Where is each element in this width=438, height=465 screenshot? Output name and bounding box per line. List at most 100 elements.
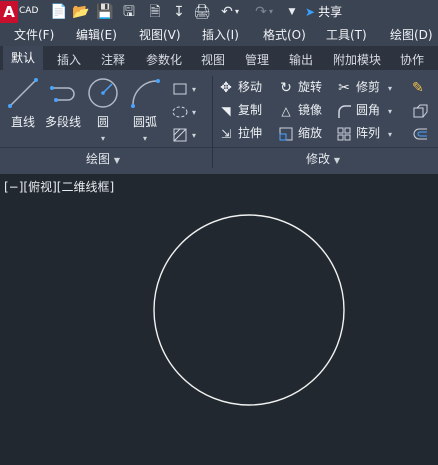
mirror-icon: △	[281, 103, 291, 118]
mirror-tool-button[interactable]: △ 镜像	[278, 100, 322, 120]
app-logo-letter: A	[0, 1, 18, 23]
ellipse-icon	[172, 106, 188, 117]
mirror-tool-label: 镜像	[298, 103, 323, 117]
customize-dropdown-icon[interactable]: ▼	[286, 3, 298, 21]
share-plane-icon: ➤	[305, 5, 316, 19]
fillet-tool-label: 圆角	[356, 103, 381, 117]
print-icon[interactable]: 🖨	[193, 3, 211, 21]
stretch-tool-button[interactable]: ⇲ 拉伸	[218, 123, 262, 143]
menu-view[interactable]: 视图(V)	[139, 27, 181, 43]
draw-panel-title[interactable]: 绘图 ▼	[86, 150, 120, 167]
import-icon[interactable]: ↧	[170, 3, 188, 21]
trim-dropdown-icon[interactable]: ▾	[388, 84, 392, 93]
line-tool-label: 直线	[10, 115, 35, 129]
copy-tool-button[interactable]: ◥ 复制	[218, 100, 262, 120]
redo-dropdown-icon[interactable]: ▾	[266, 3, 276, 21]
hatch-tool-button[interactable]: ▾	[172, 124, 196, 144]
fillet-dropdown-icon[interactable]: ▾	[388, 107, 392, 116]
array-dropdown-icon[interactable]: ▾	[388, 130, 392, 139]
menu-format[interactable]: 格式(O)	[263, 27, 306, 43]
tab-view[interactable]: 视图	[201, 50, 225, 70]
move-tool-label: 移动	[238, 80, 263, 94]
tab-default[interactable]: 默认	[3, 46, 44, 70]
circle-dropdown-icon[interactable]: ▾	[101, 134, 105, 143]
menu-file[interactable]: 文件(F)	[14, 27, 54, 43]
draw-panel-expand-icon: ▼	[113, 156, 120, 165]
app-logo[interactable]: A CAD	[0, 1, 40, 23]
stretch-tool-label: 拉伸	[238, 126, 263, 140]
trim-tool-button[interactable]: ✂ 修剪 ▾	[336, 77, 392, 97]
erase-icon: ✎	[412, 79, 424, 96]
open-icon[interactable]: 📂	[72, 3, 90, 21]
tab-manage[interactable]: 管理	[245, 50, 269, 70]
array-icon	[337, 127, 351, 140]
hatch-icon	[173, 128, 187, 141]
circle-tool-button[interactable]: 圆 ▾	[86, 76, 120, 144]
modify-panel-title[interactable]: 修改 ▼	[306, 150, 340, 167]
scale-tool-label: 缩放	[298, 126, 323, 140]
move-icon: ✥	[220, 79, 232, 96]
arc-tool-button[interactable]: 圆弧 ▾	[128, 76, 162, 144]
stretch-icon: ⇲	[220, 126, 232, 141]
rotate-tool-button[interactable]: ↻ 旋转	[278, 77, 322, 97]
copy-icon: ◥	[221, 103, 231, 118]
ellipse-tool-button[interactable]: ▾	[172, 101, 196, 121]
draw-panel-title-label: 绘图	[86, 152, 111, 166]
title-bar: A CAD 📄 📂 💾 🖫 🗎 ↧ 🖨 ↶ ▾ ↷ ▾ ▼ ➤ 共享	[0, 0, 438, 24]
undo-dropdown-icon[interactable]: ▾	[232, 3, 242, 21]
tab-addins[interactable]: 附加模块	[333, 50, 381, 70]
scale-tool-button[interactable]: 缩放	[278, 123, 322, 143]
arc-tool-label: 圆弧	[132, 115, 157, 129]
erase-tool-button[interactable]: ✎	[412, 77, 432, 97]
arc-icon	[131, 79, 160, 108]
line-tool-button[interactable]: 直线	[6, 76, 40, 130]
rotate-tool-label: 旋转	[298, 80, 323, 94]
polyline-tool-label: 多段线	[44, 115, 81, 129]
tab-parametric[interactable]: 参数化	[146, 50, 182, 70]
app-logo-text: CAD	[19, 6, 39, 16]
tab-collaborate[interactable]: 协作	[400, 50, 424, 70]
line-icon	[8, 78, 38, 108]
menu-insert[interactable]: 插入(I)	[202, 27, 239, 43]
ellipse-dropdown-icon[interactable]: ▾	[192, 108, 196, 117]
tab-output[interactable]: 输出	[289, 50, 313, 70]
menu-tools[interactable]: 工具(T)	[326, 27, 367, 43]
drawn-circle[interactable]	[153, 214, 345, 406]
circle-tool-label: 圆	[96, 115, 109, 129]
ribbon-tab-bar: 默认 插入 注释 参数化 视图 管理 输出 附加模块 协作	[0, 46, 438, 70]
trim-icon: ✂	[338, 79, 350, 96]
move-tool-button[interactable]: ✥ 移动	[218, 77, 262, 97]
explode-icon	[413, 104, 428, 117]
menu-edit[interactable]: 编辑(E)	[76, 27, 117, 43]
drawing-canvas[interactable]	[0, 174, 438, 465]
rectangle-tool-button[interactable]: ▾	[172, 78, 196, 98]
share-label: 共享	[318, 5, 343, 19]
tab-insert[interactable]: 插入	[57, 50, 81, 70]
rotate-icon: ↻	[280, 79, 292, 96]
scale-icon	[279, 127, 293, 140]
tab-annotate[interactable]: 注释	[101, 50, 125, 70]
publish-icon[interactable]: 🗎	[146, 3, 164, 21]
array-tool-button[interactable]: 阵列 ▾	[336, 123, 392, 143]
saveas-icon[interactable]: 🖫	[120, 3, 138, 21]
circle-icon	[88, 78, 118, 108]
rectangle-dropdown-icon[interactable]: ▾	[192, 85, 196, 94]
new-icon[interactable]: 📄	[50, 3, 68, 21]
trim-tool-label: 修剪	[356, 80, 381, 94]
offset-icon	[413, 128, 427, 139]
arc-dropdown-icon[interactable]: ▾	[143, 134, 147, 143]
viewport-controls-label[interactable]: [−][俯视][二维线框]	[4, 178, 114, 195]
hatch-dropdown-icon[interactable]: ▾	[192, 131, 196, 140]
share-button[interactable]: ➤ 共享	[305, 3, 342, 21]
fillet-tool-button[interactable]: 圆角 ▾	[336, 100, 392, 120]
save-icon[interactable]: 💾	[96, 3, 114, 21]
copy-tool-label: 复制	[238, 103, 263, 117]
rectangle-icon	[173, 83, 187, 94]
polyline-tool-button[interactable]: 多段线	[42, 76, 84, 130]
panel-separator	[212, 76, 213, 168]
offset-tool-button[interactable]	[412, 123, 432, 143]
explode-tool-button[interactable]	[412, 100, 432, 120]
menu-draw[interactable]: 绘图(D)	[390, 27, 433, 43]
modify-panel-expand-icon: ▼	[333, 156, 340, 165]
array-tool-label: 阵列	[356, 126, 381, 140]
